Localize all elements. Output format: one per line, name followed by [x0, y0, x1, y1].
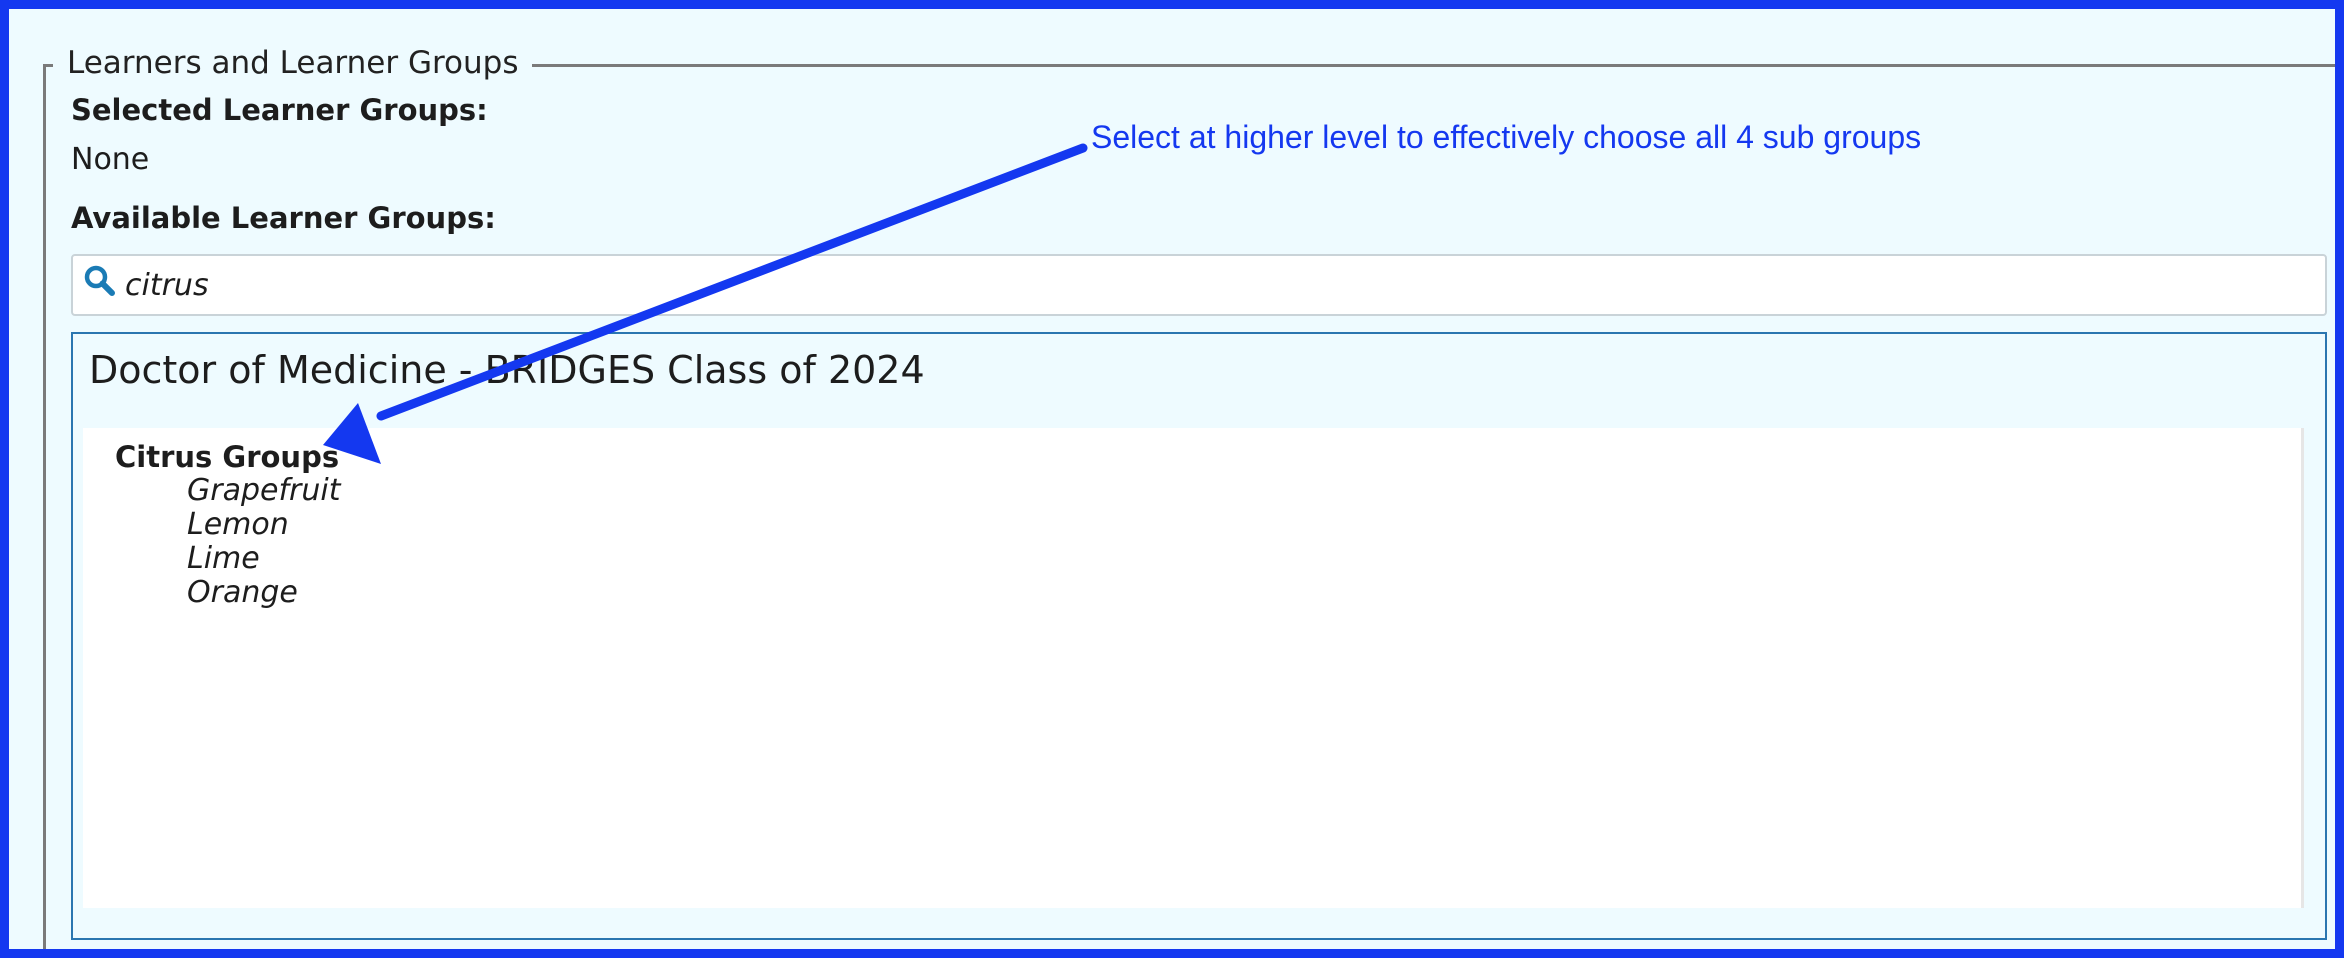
search-icon	[84, 265, 115, 296]
selected-learner-groups-label: Selected Learner Groups:	[71, 93, 488, 127]
selected-learner-groups-value: None	[71, 142, 150, 177]
annotated-screenshot-frame: Learners and Learner Groups Selected Lea…	[0, 0, 2344, 958]
program-cohort-title: Doctor of Medicine - BRIDGES Class of 20…	[89, 348, 925, 392]
sub-group-item[interactable]: Grapefruit	[187, 474, 340, 508]
available-learner-groups-label: Available Learner Groups:	[71, 201, 496, 235]
learner-group-search-box[interactable]	[71, 254, 2327, 316]
fieldset-legend: Learners and Learner Groups	[53, 43, 533, 83]
program-cohort-panel: Doctor of Medicine - BRIDGES Class of 20…	[71, 332, 2327, 940]
learner-group-search-input[interactable]	[121, 262, 2309, 308]
annotation-callout-text: Select at higher level to effectively ch…	[1091, 119, 1922, 155]
learner-groups-list-panel: Citrus Groups Grapefruit Lemon Lime Oran…	[83, 428, 2304, 908]
sub-group-item[interactable]: Lime	[187, 542, 340, 576]
sub-group-item[interactable]: Lemon	[187, 508, 340, 542]
sub-group-list: Grapefruit Lemon Lime Orange	[187, 474, 340, 610]
sub-group-item[interactable]: Orange	[187, 576, 340, 610]
parent-group-citrus[interactable]: Citrus Groups	[115, 440, 339, 474]
